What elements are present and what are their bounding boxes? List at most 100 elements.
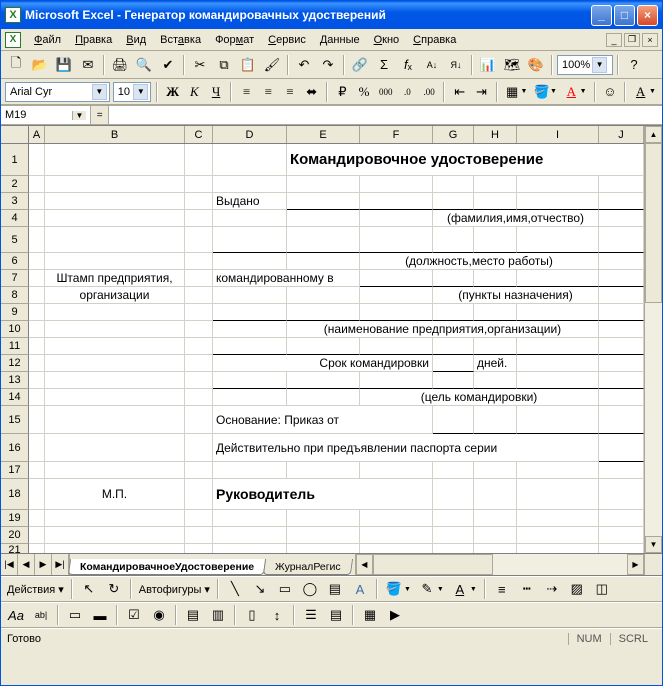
cell[interactable]: [474, 193, 517, 210]
spell-icon[interactable]: ✔: [157, 54, 179, 76]
cell[interactable]: [517, 479, 599, 510]
row-header[interactable]: 9: [1, 304, 29, 321]
cell[interactable]: [599, 176, 644, 193]
cell[interactable]: [433, 372, 474, 389]
cell[interactable]: [517, 406, 599, 434]
menu-file[interactable]: Файл: [27, 32, 68, 48]
cell[interactable]: [185, 355, 213, 372]
cell[interactable]: [433, 527, 474, 544]
cell[interactable]: [45, 338, 185, 355]
cell[interactable]: [599, 193, 644, 210]
cell[interactable]: [517, 227, 599, 253]
cell[interactable]: [29, 304, 45, 321]
cell[interactable]: [45, 210, 185, 227]
new-icon[interactable]: 🗋: [5, 54, 27, 76]
cell[interactable]: [517, 193, 599, 210]
cell[interactable]: [433, 338, 474, 355]
cell[interactable]: [433, 193, 474, 210]
row-header[interactable]: 6: [1, 253, 29, 270]
cell[interactable]: [474, 227, 517, 253]
cell[interactable]: [45, 321, 185, 338]
menu-tools[interactable]: Сервис: [261, 32, 313, 48]
comma-icon[interactable]: 000: [376, 81, 395, 103]
cell[interactable]: Срок командировки: [213, 355, 433, 372]
drawing-icon[interactable]: 🎨: [525, 54, 547, 76]
menu-edit[interactable]: Правка: [68, 32, 119, 48]
zoom-combo[interactable]: 100% ▼: [557, 55, 613, 75]
cell[interactable]: [213, 321, 287, 338]
cell[interactable]: [287, 510, 360, 527]
cell[interactable]: [599, 389, 644, 406]
scroll-thumb[interactable]: [645, 143, 662, 303]
row-header[interactable]: 16: [1, 434, 29, 462]
chevron-down-icon[interactable]: ▼: [133, 84, 148, 100]
pointer-icon[interactable]: ↖: [78, 578, 100, 600]
cell[interactable]: [29, 510, 45, 527]
print-icon[interactable]: 🖨: [109, 54, 131, 76]
grid-icon[interactable]: ▦: [359, 604, 381, 626]
cell[interactable]: [360, 210, 433, 227]
vertical-scrollbar[interactable]: ▲ ▼: [644, 126, 662, 553]
cell[interactable]: [29, 406, 45, 434]
smiley-icon[interactable]: ☺: [601, 81, 620, 103]
cell[interactable]: [599, 355, 644, 372]
cell[interactable]: (должность,место работы): [360, 253, 599, 270]
cell[interactable]: [45, 544, 185, 553]
cell[interactable]: [45, 227, 185, 253]
column-header[interactable]: D: [213, 126, 287, 143]
cell[interactable]: М.П.: [45, 479, 185, 510]
cell[interactable]: [433, 270, 474, 287]
cell[interactable]: [213, 527, 287, 544]
cell[interactable]: [360, 338, 433, 355]
cell[interactable]: [599, 434, 644, 462]
cell[interactable]: [45, 389, 185, 406]
tab-nav-last-icon[interactable]: ▶|: [52, 554, 69, 575]
font-color2-icon[interactable]: A: [631, 81, 650, 103]
italic-button[interactable]: К: [185, 81, 204, 103]
oval-icon[interactable]: ◯: [299, 578, 321, 600]
cell[interactable]: командированному в: [213, 270, 360, 287]
shadow-icon[interactable]: ▨: [566, 578, 588, 600]
column-header[interactable]: A: [29, 126, 45, 143]
cell[interactable]: [213, 544, 287, 553]
cell[interactable]: организации: [45, 287, 185, 304]
column-header[interactable]: H: [474, 126, 517, 143]
cell[interactable]: [29, 270, 45, 287]
cell[interactable]: [185, 389, 213, 406]
cell[interactable]: [213, 304, 287, 321]
sheet-tab-active[interactable]: КомандировачноеУдостоверение: [68, 559, 266, 575]
run-icon[interactable]: ▶: [384, 604, 406, 626]
cell[interactable]: [599, 270, 644, 287]
chevron-down-icon[interactable]: ▼: [72, 111, 86, 120]
copy-icon[interactable]: ⧉: [213, 54, 235, 76]
cell[interactable]: [474, 372, 517, 389]
cell[interactable]: [29, 287, 45, 304]
cell[interactable]: [360, 227, 433, 253]
mdi-restore-button[interactable]: ❐: [624, 33, 640, 47]
edit-code-icon[interactable]: ▤: [325, 604, 347, 626]
cell[interactable]: [517, 355, 599, 372]
tab-nav-first-icon[interactable]: |◀: [1, 554, 18, 575]
cell[interactable]: [433, 406, 474, 434]
cell[interactable]: [213, 389, 287, 406]
spinner-icon[interactable]: ↕: [266, 604, 288, 626]
text-color-icon[interactable]: A: [449, 578, 471, 600]
cell[interactable]: [599, 253, 644, 270]
scroll-thumb[interactable]: [373, 554, 493, 575]
percent-icon[interactable]: %: [355, 81, 374, 103]
mail-icon[interactable]: ✉: [77, 54, 99, 76]
cell[interactable]: [45, 434, 185, 462]
cell[interactable]: [185, 338, 213, 355]
cell[interactable]: [185, 479, 213, 510]
scroll-down-icon[interactable]: ▼: [645, 536, 662, 553]
menu-window[interactable]: Окно: [367, 32, 407, 48]
cell[interactable]: [185, 193, 213, 210]
grid-rows[interactable]: 1Командировочное удостоверение23Выдано4(…: [1, 144, 644, 553]
drawing-menu[interactable]: Действия ▾: [5, 583, 66, 596]
cell[interactable]: [29, 544, 45, 553]
cell[interactable]: [185, 210, 213, 227]
cell[interactable]: [185, 406, 213, 434]
row-header[interactable]: 14: [1, 389, 29, 406]
cell[interactable]: [474, 544, 517, 553]
save-icon[interactable]: 💾: [53, 54, 75, 76]
